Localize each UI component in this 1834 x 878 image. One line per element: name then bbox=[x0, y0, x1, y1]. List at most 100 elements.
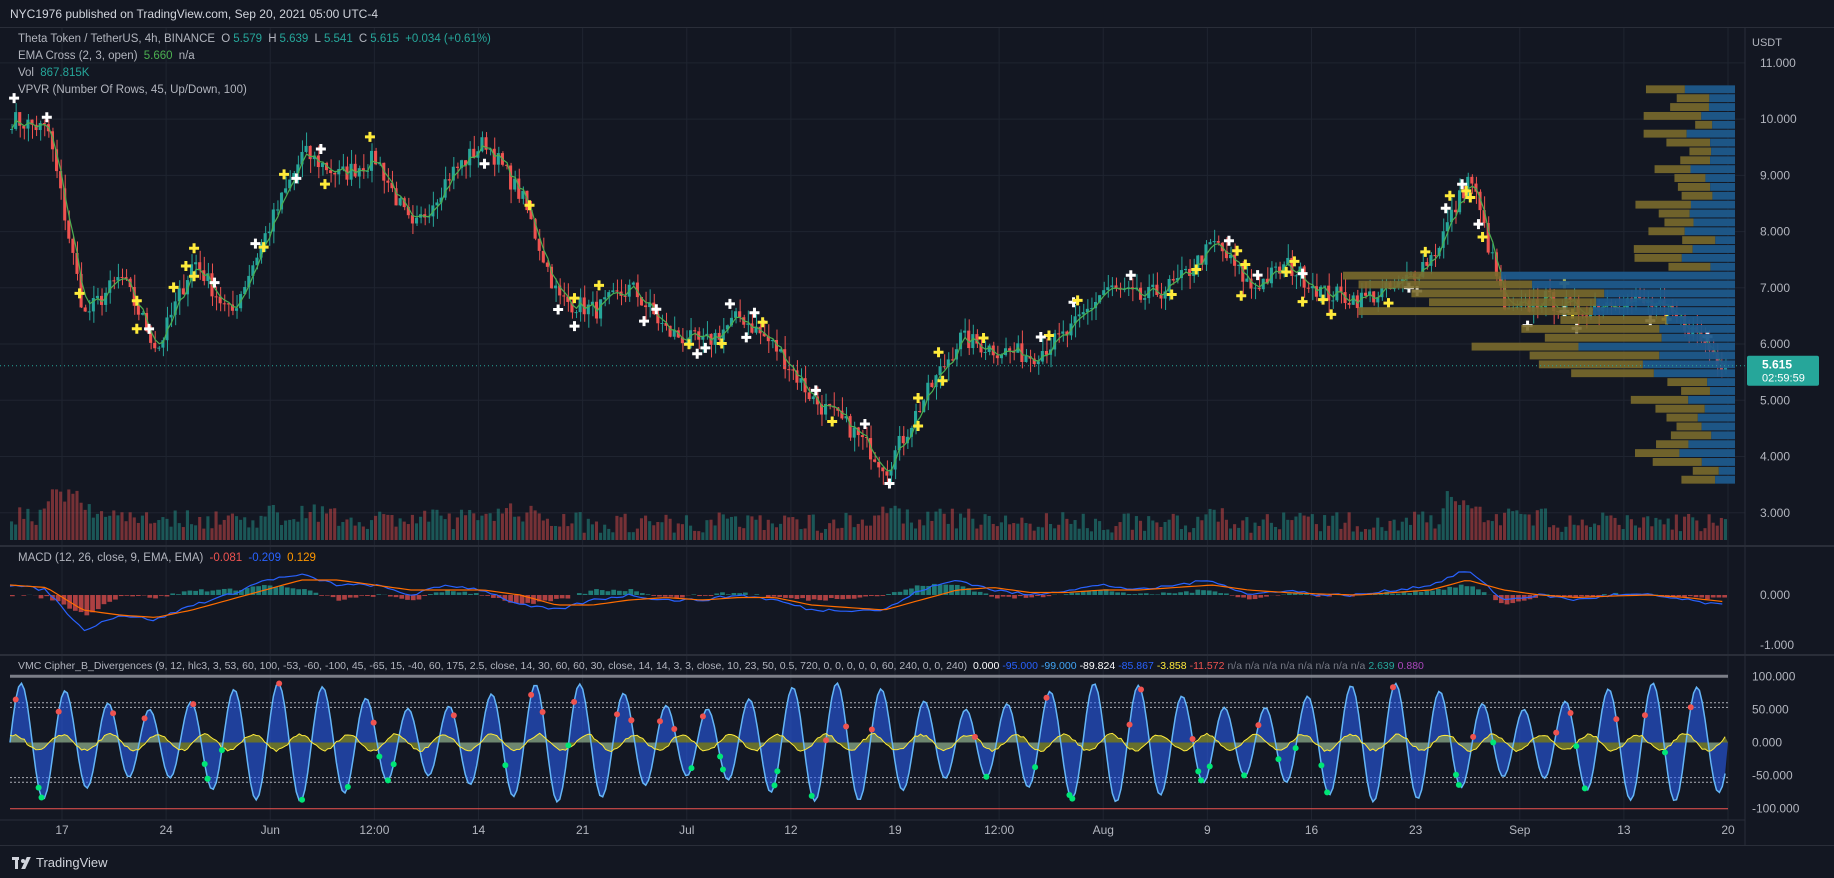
macd-hist-bar bbox=[897, 591, 903, 595]
price-axis-label: 9.000 bbox=[1760, 168, 1790, 182]
volume-bar bbox=[394, 526, 398, 540]
macd-hist-bar bbox=[164, 595, 170, 597]
grid bbox=[0, 28, 1745, 820]
volume-bar bbox=[533, 510, 537, 540]
volume-bar bbox=[263, 516, 267, 540]
macd-hist-bar bbox=[181, 591, 187, 595]
ohlc-o-label: O bbox=[221, 33, 231, 45]
vpvr-row-down bbox=[1674, 174, 1706, 182]
candle bbox=[631, 282, 635, 285]
macd-hist-bar bbox=[445, 590, 450, 595]
volume-bar bbox=[1621, 529, 1625, 540]
vpvr-row-down bbox=[1358, 307, 1593, 316]
volume-bar bbox=[1711, 522, 1715, 540]
macd-hist-bar bbox=[147, 595, 153, 598]
volume-bar bbox=[529, 505, 533, 540]
vol-legend[interactable]: Vol 867.815K bbox=[18, 67, 92, 79]
volume-bar bbox=[926, 511, 930, 540]
volume-bar bbox=[689, 525, 693, 540]
cross-marker bbox=[913, 392, 924, 403]
candle bbox=[1245, 278, 1249, 282]
volume-bar bbox=[1053, 528, 1057, 540]
volume-bar bbox=[537, 513, 541, 540]
volume-bar bbox=[950, 508, 954, 540]
volume-bar bbox=[1171, 513, 1175, 540]
volume-bar bbox=[1400, 521, 1404, 540]
macd-hist-bar bbox=[410, 595, 416, 601]
tradingview-logo[interactable]: TradingView bbox=[12, 855, 108, 870]
volume-bar bbox=[905, 509, 909, 540]
volume-bar bbox=[26, 508, 30, 540]
chart-canvas[interactable]: USDT 11.000 10.000 9.000 8.000 7.000 6.000 5.00… bbox=[0, 28, 1834, 845]
macd-hist-bar bbox=[267, 585, 273, 595]
macd-hist-bar bbox=[370, 595, 376, 597]
candle bbox=[1208, 242, 1212, 245]
volume-bar bbox=[1564, 526, 1568, 540]
vpvr-row-down bbox=[1658, 209, 1690, 218]
volume-bar bbox=[852, 527, 856, 540]
vpvr-row-up bbox=[1709, 94, 1735, 103]
volume-bar bbox=[1237, 527, 1241, 540]
volume-bar bbox=[889, 508, 893, 540]
ema-legend[interactable]: EMA Cross (2, 3, open) 5.660 n/a bbox=[18, 50, 198, 62]
volume-bar bbox=[954, 528, 958, 540]
volume-bar bbox=[1228, 528, 1233, 540]
volume-bar bbox=[1408, 524, 1413, 540]
cross-marker bbox=[639, 316, 650, 327]
candle bbox=[83, 307, 87, 312]
vpvr-row-up bbox=[1661, 333, 1735, 342]
vmc-axis-label: 50.000 bbox=[1752, 702, 1789, 716]
candle bbox=[713, 332, 717, 345]
volume-bar bbox=[668, 518, 672, 540]
volume-bar bbox=[672, 532, 676, 540]
vmc-value: 2.639 bbox=[1368, 660, 1395, 672]
symbol-label[interactable]: Theta Token / TetherUS, 4h, BINANCE bbox=[18, 33, 215, 45]
cross-marker bbox=[1326, 309, 1337, 320]
volume-bar bbox=[1437, 524, 1441, 540]
macd-hist-bar bbox=[1069, 592, 1075, 595]
volume-bar bbox=[631, 532, 635, 540]
macd-legend[interactable]: MACD (12, 26, close, 9, EMA, EMA) -0.081… bbox=[18, 552, 319, 564]
time-axis-label: 12:00 bbox=[984, 823, 1014, 837]
vmc-value: n/a bbox=[1333, 660, 1348, 672]
vpvr-row-down bbox=[1681, 191, 1713, 200]
candle bbox=[1294, 275, 1298, 277]
chart-area[interactable]: USDT 11.000 10.000 9.000 8.000 7.000 6.000 5.00… bbox=[0, 28, 1834, 845]
volume-bar bbox=[1314, 524, 1318, 540]
macd-hist-bar bbox=[1149, 594, 1155, 595]
macd-hist-bar bbox=[1075, 592, 1080, 595]
candle bbox=[38, 122, 42, 131]
volume-bar bbox=[1257, 525, 1261, 540]
volume-bar bbox=[316, 521, 320, 540]
vmc-legend[interactable]: VMC Cipher_B_Divergences (9, 12, hlc3, 3… bbox=[18, 660, 1738, 672]
volume-bar bbox=[582, 532, 586, 540]
vmc-dot bbox=[1662, 749, 1669, 756]
volume-bar bbox=[414, 523, 419, 540]
vmc-value: n/a bbox=[1297, 660, 1313, 672]
ohlc-h-label: H bbox=[268, 33, 277, 45]
volume-bar bbox=[369, 520, 374, 540]
volume-bar bbox=[1265, 514, 1269, 540]
volume-bar bbox=[1155, 522, 1159, 540]
volume-bar bbox=[1368, 529, 1372, 540]
vpvr-row-down bbox=[1654, 165, 1691, 174]
vmc-dot bbox=[1324, 789, 1331, 796]
macd-hist-bar bbox=[330, 595, 336, 598]
candle bbox=[811, 396, 815, 400]
macd-hist-bar bbox=[439, 592, 445, 595]
macd-hist-bar bbox=[1224, 593, 1229, 595]
volume-bar bbox=[1629, 519, 1633, 540]
volume-bar bbox=[18, 507, 22, 540]
vpvr-legend[interactable]: VPVR (Number Of Rows, 45, Up/Down, 100) bbox=[18, 84, 250, 96]
volume-bar bbox=[1269, 522, 1273, 540]
time-axis-label: 20 bbox=[1721, 823, 1735, 837]
candle bbox=[963, 330, 967, 333]
volume-bar bbox=[500, 513, 504, 540]
vmc-dot bbox=[1567, 709, 1574, 716]
candle bbox=[852, 427, 856, 438]
ema-value-2: n/a bbox=[178, 50, 195, 62]
volume-bar bbox=[603, 524, 607, 540]
vpvr-row-up bbox=[1705, 174, 1735, 182]
volume-bar bbox=[198, 516, 202, 540]
macd-hist-bar bbox=[387, 595, 393, 597]
